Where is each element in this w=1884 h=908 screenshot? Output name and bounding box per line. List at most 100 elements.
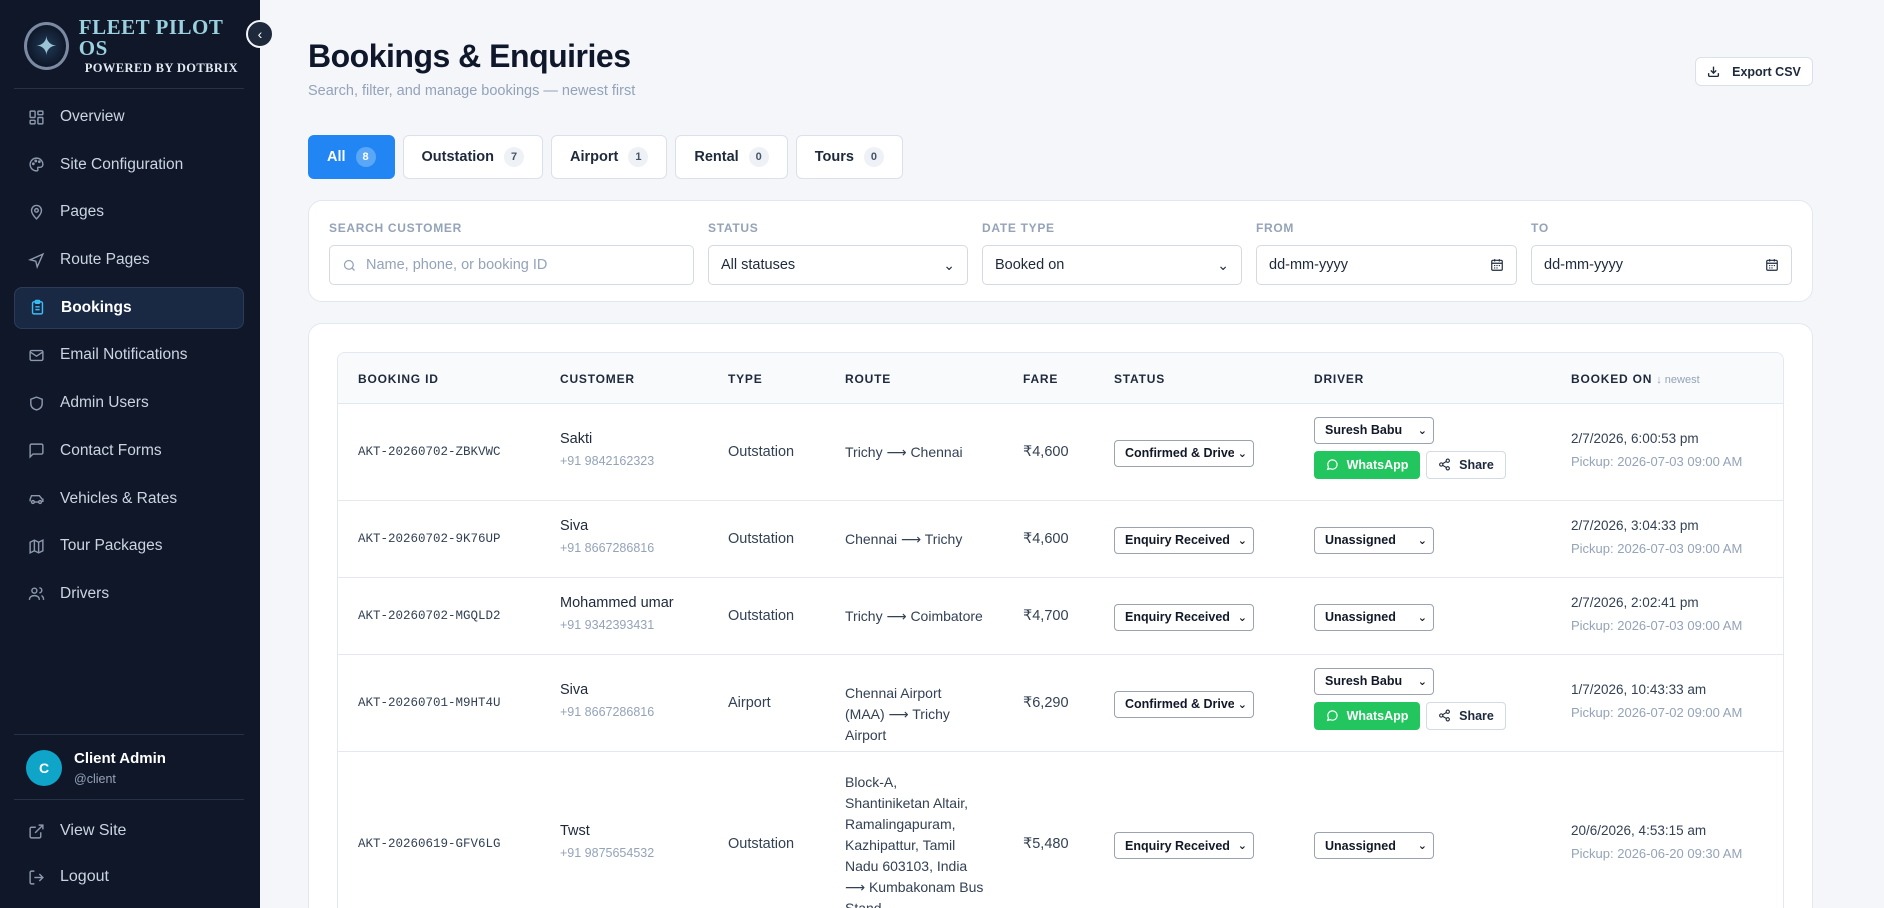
sidebar-item-email-notifications[interactable]: Email Notifications xyxy=(14,334,244,376)
from-date-input[interactable]: dd-mm-yyyy xyxy=(1256,245,1517,285)
chevron-down-icon: ⌄ xyxy=(1417,675,1427,688)
navigation-icon xyxy=(26,250,46,270)
external-link-icon xyxy=(26,821,46,841)
sidebar-item-label: Drivers xyxy=(60,584,110,602)
tab-rental[interactable]: Rental 0 xyxy=(675,135,788,179)
search-label: SEARCH CUSTOMER xyxy=(329,221,462,235)
sidebar-item-contact-forms[interactable]: Contact Forms xyxy=(14,430,244,472)
col-route: ROUTE xyxy=(845,372,891,386)
booking-type-tabs: All 8 Outstation 7 Airport 1 Rental 0 Tours 0 xyxy=(308,135,903,179)
col-type: TYPE xyxy=(728,372,763,386)
search-input[interactable]: Name, phone, or booking ID xyxy=(329,245,694,285)
sidebar-item-site-configuration[interactable]: Site Configuration xyxy=(14,144,244,186)
sidebar-item-admin-users[interactable]: Admin Users xyxy=(14,382,244,424)
sidebar-item-bookings[interactable]: Bookings xyxy=(14,286,244,329)
whatsapp-button[interactable]: WhatsApp xyxy=(1314,450,1420,479)
export-csv-button[interactable]: Export CSV xyxy=(1695,57,1813,86)
customer-cell: Siva +91 8667286816 xyxy=(560,682,654,719)
sidebar-item-label: Bookings xyxy=(61,298,132,316)
view-site-link[interactable]: View Site xyxy=(14,810,244,852)
customer-cell: Siva +91 8667286816 xyxy=(560,518,654,555)
status-select[interactable]: All statuses ⌄ xyxy=(708,245,968,285)
whatsapp-icon xyxy=(1326,458,1339,471)
calendar-icon[interactable] xyxy=(1765,258,1779,272)
chevron-down-icon: ⌄ xyxy=(1217,256,1229,273)
page-title: Bookings & Enquiries xyxy=(308,38,631,74)
col-driver: DRIVER xyxy=(1314,372,1365,386)
tab-tours[interactable]: Tours 0 xyxy=(795,135,903,179)
customer-name: Mohammed umar xyxy=(560,594,674,611)
sidebar-item-label: Route Pages xyxy=(60,251,150,269)
booking-type: Outstation xyxy=(728,443,795,460)
from-label: FROM xyxy=(1256,221,1295,235)
calendar-icon[interactable] xyxy=(1490,258,1504,272)
tab-label: Airport xyxy=(570,149,619,165)
user-profile[interactable]: C Client Admin @client xyxy=(14,740,244,796)
sidebar-item-drivers[interactable]: Drivers xyxy=(14,573,244,615)
booked-on-cell: 2/7/2026, 3:04:33 pm Pickup: 2026-07-03 0… xyxy=(1571,518,1742,556)
table-row[interactable]: AKT-20260702-ZBKVWC Sakti +91 9842162323 Ou… xyxy=(338,404,1783,501)
col-booked-on[interactable]: BOOKED ON ↓ newest xyxy=(1571,372,1700,386)
tab-outstation[interactable]: Outstation 7 xyxy=(402,135,544,179)
status-label: STATUS xyxy=(708,221,759,235)
sidebar-item-label: Email Notifications xyxy=(60,346,188,364)
sidebar-item-tour-packages[interactable]: Tour Packages xyxy=(14,525,244,567)
sidebar-item-route-pages[interactable]: Route Pages xyxy=(14,239,244,281)
logout-label: Logout xyxy=(60,868,109,885)
chevron-down-icon: ⌄ xyxy=(1417,534,1427,547)
chevron-down-icon: ⌄ xyxy=(1237,447,1247,460)
sidebar-item-vehicles-rates[interactable]: Vehicles & Rates xyxy=(14,478,244,520)
tab-all[interactable]: All 8 xyxy=(308,135,395,179)
grid-icon xyxy=(26,107,46,127)
chevron-left-icon: ‹ xyxy=(257,26,263,42)
whatsapp-label: WhatsApp xyxy=(1346,708,1409,723)
search-placeholder: Name, phone, or booking ID xyxy=(366,257,548,273)
driver-select[interactable]: Suresh Babu ⌄ xyxy=(1314,416,1434,444)
table-row[interactable]: AKT-20260701-M9HT4U Siva +91 8667286816 Air… xyxy=(338,655,1783,752)
table-row[interactable]: AKT-20260702-MGQLD2 Mohammed umar +91 9342… xyxy=(338,578,1783,655)
sidebar-divider xyxy=(14,799,244,800)
status-select[interactable]: Confirmed & Driver Assigned⌄ xyxy=(1114,690,1254,718)
status-select[interactable]: Enquiry Received ⌄ xyxy=(1114,832,1254,859)
tab-count-badge: 0 xyxy=(748,147,769,167)
booking-id: AKT-20260702-9K76UP xyxy=(358,531,501,546)
driver-select[interactable]: Unassigned ⌄ xyxy=(1314,526,1434,554)
route: Block-A, Shantiniketan Altair, Ramalinga… xyxy=(845,773,984,908)
share-button[interactable]: Share xyxy=(1426,450,1506,479)
whatsapp-button[interactable]: WhatsApp xyxy=(1314,701,1420,730)
customer-cell: Twst +91 9875654532 xyxy=(560,823,654,860)
table-row[interactable]: AKT-20260619-GFV6LG Twst +91 9875654532 Out… xyxy=(338,752,1783,908)
booking-id: AKT-20260702-MGQLD2 xyxy=(358,608,501,623)
status-select[interactable]: Enquiry Received ⌄ xyxy=(1114,526,1254,554)
to-date-input[interactable]: dd-mm-yyyy xyxy=(1531,245,1792,285)
user-handle: @client xyxy=(74,772,116,786)
date-type-select[interactable]: Booked on ⌄ xyxy=(982,245,1242,285)
sidebar-item-label: Contact Forms xyxy=(60,441,162,459)
status-value: Enquiry Received xyxy=(1125,838,1230,853)
booking-id: AKT-20260619-GFV6LG xyxy=(358,837,501,851)
driver-select[interactable]: Suresh Babu ⌄ xyxy=(1314,667,1434,695)
brand-logo-block[interactable]: ✦ FLEET PILOT OS POWERED BY DOTBRIX xyxy=(24,17,244,74)
shield-icon xyxy=(26,393,46,413)
collapse-sidebar-button[interactable]: ‹ xyxy=(246,20,274,48)
sidebar-item-overview[interactable]: Overview xyxy=(14,96,244,138)
logout-button[interactable]: Logout xyxy=(14,856,244,898)
col-booking-id: BOOKING ID xyxy=(358,372,439,386)
booked-timestamp: 2/7/2026, 2:02:41 pm xyxy=(1571,594,1699,610)
whatsapp-label: WhatsApp xyxy=(1346,457,1409,472)
map-pin-icon xyxy=(26,202,46,222)
sidebar-item-pages[interactable]: Pages xyxy=(14,191,244,233)
map-icon xyxy=(26,536,46,556)
status-select[interactable]: Confirmed & Driver Assigned⌄ xyxy=(1114,439,1254,467)
driver-select[interactable]: Unassigned ⌄ xyxy=(1314,603,1434,631)
booking-type: Outstation xyxy=(728,607,795,624)
col-fare: FARE xyxy=(1023,372,1059,386)
status-select[interactable]: Enquiry Received ⌄ xyxy=(1114,603,1254,631)
tab-airport[interactable]: Airport 1 xyxy=(551,135,668,179)
share-button[interactable]: Share xyxy=(1426,701,1506,730)
driver-select[interactable]: Unassigned ⌄ xyxy=(1314,832,1434,859)
palette-icon xyxy=(26,155,46,175)
compass-icon: ✦ xyxy=(24,22,69,70)
sidebar-divider xyxy=(14,734,244,735)
table-row[interactable]: AKT-20260702-9K76UP Siva +91 8667286816 Out… xyxy=(338,501,1783,578)
